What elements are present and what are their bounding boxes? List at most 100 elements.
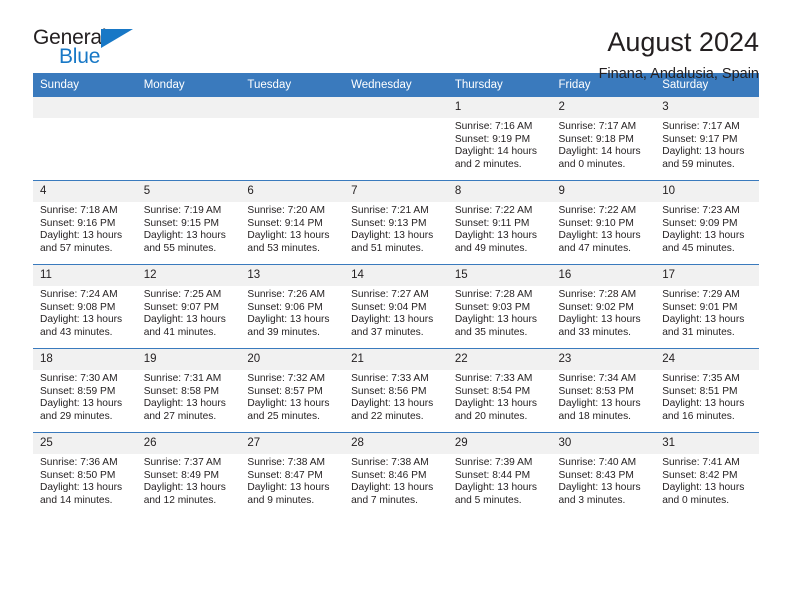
calendar-day-cell[interactable]: 1 Sunrise: 7:16 AM Sunset: 9:19 PM Daylight…: [447, 96, 552, 181]
logo-triangle-icon: [101, 29, 133, 48]
calendar-day-cell[interactable]: 22 Sunrise: 7:33 AM Sunset: 8:54 PM Dayligh…: [447, 348, 552, 433]
daylight-text: Daylight: 14 hours and 0 minutes.: [558, 146, 641, 170]
calendar-day-cell[interactable]: 29 Sunrise: 7:39 AM Sunset: 8:44 PM Dayligh…: [447, 432, 552, 516]
sunrise-text: Sunrise: 7:16 AM: [454, 121, 533, 132]
day-cell: 31 Sunrise: 7:41 AM Sunset: 8:42 PM Dayligh…: [655, 433, 759, 516]
calendar-day-cell[interactable]: 9 Sunrise: 7:22 AM Sunset: 9:10 PM Daylight…: [551, 180, 656, 265]
calendar-day-cell[interactable]: 16 Sunrise: 7:28 AM Sunset: 9:02 PM Dayligh…: [551, 264, 656, 349]
calendar-day-cell[interactable]: 8 Sunrise: 7:22 AM Sunset: 9:11 PM Daylight…: [447, 180, 552, 265]
day-cell: 10 Sunrise: 7:23 AM Sunset: 9:09 PM Dayligh…: [655, 181, 759, 264]
day-number: 13: [240, 265, 345, 286]
calendar-day-cell[interactable]: 12 Sunrise: 7:25 AM Sunset: 9:07 PM Dayligh…: [136, 264, 241, 349]
sunset-text: Sunset: 9:06 PM: [247, 301, 323, 313]
calendar-day-cell[interactable]: 25 Sunrise: 7:36 AM Sunset: 8:50 PM Dayligh…: [33, 432, 137, 516]
sunrise-text: Sunrise: 7:33 AM: [454, 373, 533, 384]
day-cell: 18 Sunrise: 7:30 AM Sunset: 8:59 PM Dayligh…: [33, 349, 137, 432]
calendar-day-cell[interactable]: 10 Sunrise: 7:23 AM Sunset: 9:09 PM Dayligh…: [655, 180, 759, 265]
calendar-day-cell[interactable]: 19 Sunrise: 7:31 AM Sunset: 8:58 PM Dayligh…: [136, 348, 241, 433]
daylight-text: Daylight: 13 hours and 35 minutes.: [454, 314, 537, 338]
sunset-text: Sunset: 8:49 PM: [143, 469, 220, 481]
calendar-day-cell[interactable]: 28 Sunrise: 7:38 AM Sunset: 8:46 PM Dayligh…: [344, 432, 448, 516]
day-sun-info: Sunrise: 7:32 AM Sunset: 8:57 PM Daylight:…: [240, 370, 344, 423]
day-number: 12: [136, 265, 241, 286]
day-sun-info: Sunrise: 7:31 AM Sunset: 8:58 PM Daylight:…: [137, 370, 241, 423]
sunrise-text: Sunrise: 7:22 AM: [558, 205, 637, 216]
calendar-day-cell[interactable]: 5 Sunrise: 7:19 AM Sunset: 9:15 PM Daylight…: [136, 180, 241, 265]
calendar-day-cell[interactable]: 15 Sunrise: 7:28 AM Sunset: 9:03 PM Dayligh…: [447, 264, 552, 349]
day-cell: 28 Sunrise: 7:38 AM Sunset: 8:46 PM Dayligh…: [344, 433, 448, 516]
daylight-text: Daylight: 13 hours and 22 minutes.: [351, 398, 434, 422]
day-sun-info: Sunrise: 7:30 AM Sunset: 8:59 PM Daylight:…: [33, 370, 137, 423]
sunrise-text: Sunrise: 7:19 AM: [143, 205, 222, 216]
day-cell: 6 Sunrise: 7:20 AM Sunset: 9:14 PM Daylight…: [240, 181, 345, 264]
calendar-day-cell[interactable]: 20 Sunrise: 7:32 AM Sunset: 8:57 PM Dayligh…: [240, 348, 345, 433]
calendar-day-cell[interactable]: 13 Sunrise: 7:26 AM Sunset: 9:06 PM Dayligh…: [240, 264, 345, 349]
day-sun-info: Sunrise: 7:41 AM Sunset: 8:42 PM Daylight:…: [655, 454, 759, 507]
day-sun-info: Sunrise: 7:33 AM Sunset: 8:54 PM Daylight:…: [448, 370, 552, 423]
daylight-text: Daylight: 13 hours and 33 minutes.: [558, 314, 641, 338]
day-number: 15: [447, 265, 552, 286]
calendar-day-cell[interactable]: [240, 96, 345, 181]
day-cell: 15 Sunrise: 7:28 AM Sunset: 9:03 PM Dayligh…: [447, 265, 552, 348]
calendar-day-cell[interactable]: 3 Sunrise: 7:17 AM Sunset: 9:17 PM Daylight…: [655, 96, 759, 181]
daylight-text: Daylight: 13 hours and 27 minutes.: [143, 398, 226, 422]
daylight-text: Daylight: 13 hours and 14 minutes.: [40, 482, 123, 506]
day-number: 20: [240, 349, 345, 370]
sunset-text: Sunset: 8:43 PM: [558, 469, 634, 481]
sunrise-text: Sunrise: 7:17 AM: [558, 121, 637, 132]
sunset-text: Sunset: 9:19 PM: [454, 133, 531, 145]
calendar-day-cell[interactable]: 14 Sunrise: 7:27 AM Sunset: 9:04 PM Dayligh…: [344, 264, 448, 349]
calendar-page: General Blue August 2024 Finana, Andalus…: [0, 0, 792, 612]
calendar-day-cell[interactable]: 4 Sunrise: 7:18 AM Sunset: 9:16 PM Daylight…: [33, 180, 137, 265]
calendar-day-cell[interactable]: 17 Sunrise: 7:29 AM Sunset: 9:01 PM Dayligh…: [655, 264, 759, 349]
day-cell: 29 Sunrise: 7:39 AM Sunset: 8:44 PM Dayligh…: [447, 433, 552, 516]
daylight-text: Daylight: 13 hours and 12 minutes.: [143, 482, 226, 506]
day-number: 7: [344, 181, 448, 202]
day-sun-info: Sunrise: 7:23 AM Sunset: 9:09 PM Daylight:…: [655, 202, 759, 255]
calendar-day-cell[interactable]: [344, 96, 448, 181]
daylight-text: Daylight: 13 hours and 31 minutes.: [662, 314, 745, 338]
day-number: 25: [33, 433, 137, 454]
day-number: 17: [655, 265, 759, 286]
calendar-day-cell[interactable]: 23 Sunrise: 7:34 AM Sunset: 8:53 PM Dayligh…: [551, 348, 656, 433]
day-cell: 16 Sunrise: 7:28 AM Sunset: 9:02 PM Dayligh…: [551, 265, 656, 348]
daylight-text: Daylight: 13 hours and 29 minutes.: [40, 398, 123, 422]
calendar-day-cell[interactable]: 30 Sunrise: 7:40 AM Sunset: 8:43 PM Dayligh…: [551, 432, 656, 516]
day-number: 14: [344, 265, 448, 286]
day-number: 5: [136, 181, 241, 202]
calendar-table: Sunday Monday Tuesday Wednesday Thursday…: [33, 73, 759, 516]
calendar-day-cell[interactable]: 24 Sunrise: 7:35 AM Sunset: 8:51 PM Dayligh…: [655, 348, 759, 433]
daylight-text: Daylight: 13 hours and 51 minutes.: [351, 230, 434, 254]
sunset-text: Sunset: 8:42 PM: [662, 469, 738, 481]
calendar-day-cell[interactable]: 7 Sunrise: 7:21 AM Sunset: 9:13 PM Daylight…: [344, 180, 448, 265]
calendar-day-cell[interactable]: [136, 96, 241, 181]
sunset-text: Sunset: 8:50 PM: [40, 469, 116, 481]
day-sun-info: Sunrise: 7:25 AM Sunset: 9:07 PM Daylight:…: [137, 286, 241, 339]
sunrise-text: Sunrise: 7:36 AM: [40, 457, 118, 468]
day-sun-info: Sunrise: 7:17 AM Sunset: 9:18 PM Daylight:…: [552, 118, 656, 171]
calendar-day-cell[interactable]: 6 Sunrise: 7:20 AM Sunset: 9:14 PM Daylight…: [240, 180, 345, 265]
day-sun-info: Sunrise: 7:28 AM Sunset: 9:02 PM Daylight:…: [552, 286, 656, 339]
sunrise-text: Sunrise: 7:18 AM: [40, 205, 118, 216]
calendar-day-cell[interactable]: [33, 96, 137, 181]
sunrise-text: Sunrise: 7:31 AM: [143, 373, 222, 384]
calendar-day-cell[interactable]: 31 Sunrise: 7:41 AM Sunset: 8:42 PM Dayligh…: [655, 432, 759, 516]
calendar-day-cell[interactable]: 27 Sunrise: 7:38 AM Sunset: 8:47 PM Dayligh…: [240, 432, 345, 516]
calendar-day-cell[interactable]: 2 Sunrise: 7:17 AM Sunset: 9:18 PM Daylight…: [551, 96, 656, 181]
day-cell: 2 Sunrise: 7:17 AM Sunset: 9:18 PM Daylight…: [551, 97, 656, 180]
calendar-day-cell[interactable]: 18 Sunrise: 7:30 AM Sunset: 8:59 PM Dayligh…: [33, 348, 137, 433]
weekday-header-monday: Monday: [136, 73, 241, 97]
day-number: 8: [447, 181, 552, 202]
sunset-text: Sunset: 8:47 PM: [247, 469, 323, 481]
calendar-day-cell[interactable]: 21 Sunrise: 7:33 AM Sunset: 8:56 PM Dayligh…: [344, 348, 448, 433]
general-blue-logo[interactable]: General Blue: [33, 26, 141, 72]
calendar-day-cell[interactable]: 26 Sunrise: 7:37 AM Sunset: 8:49 PM Dayligh…: [136, 432, 241, 516]
calendar-day-cell[interactable]: 11 Sunrise: 7:24 AM Sunset: 9:08 PM Dayligh…: [33, 264, 137, 349]
sunrise-text: Sunrise: 7:24 AM: [40, 289, 118, 300]
day-number: 26: [136, 433, 241, 454]
day-number: 27: [240, 433, 345, 454]
sunrise-text: Sunrise: 7:33 AM: [351, 373, 429, 384]
sunset-text: Sunset: 8:57 PM: [247, 385, 323, 397]
daylight-text: Daylight: 13 hours and 37 minutes.: [351, 314, 434, 338]
day-cell-empty: [344, 97, 448, 180]
